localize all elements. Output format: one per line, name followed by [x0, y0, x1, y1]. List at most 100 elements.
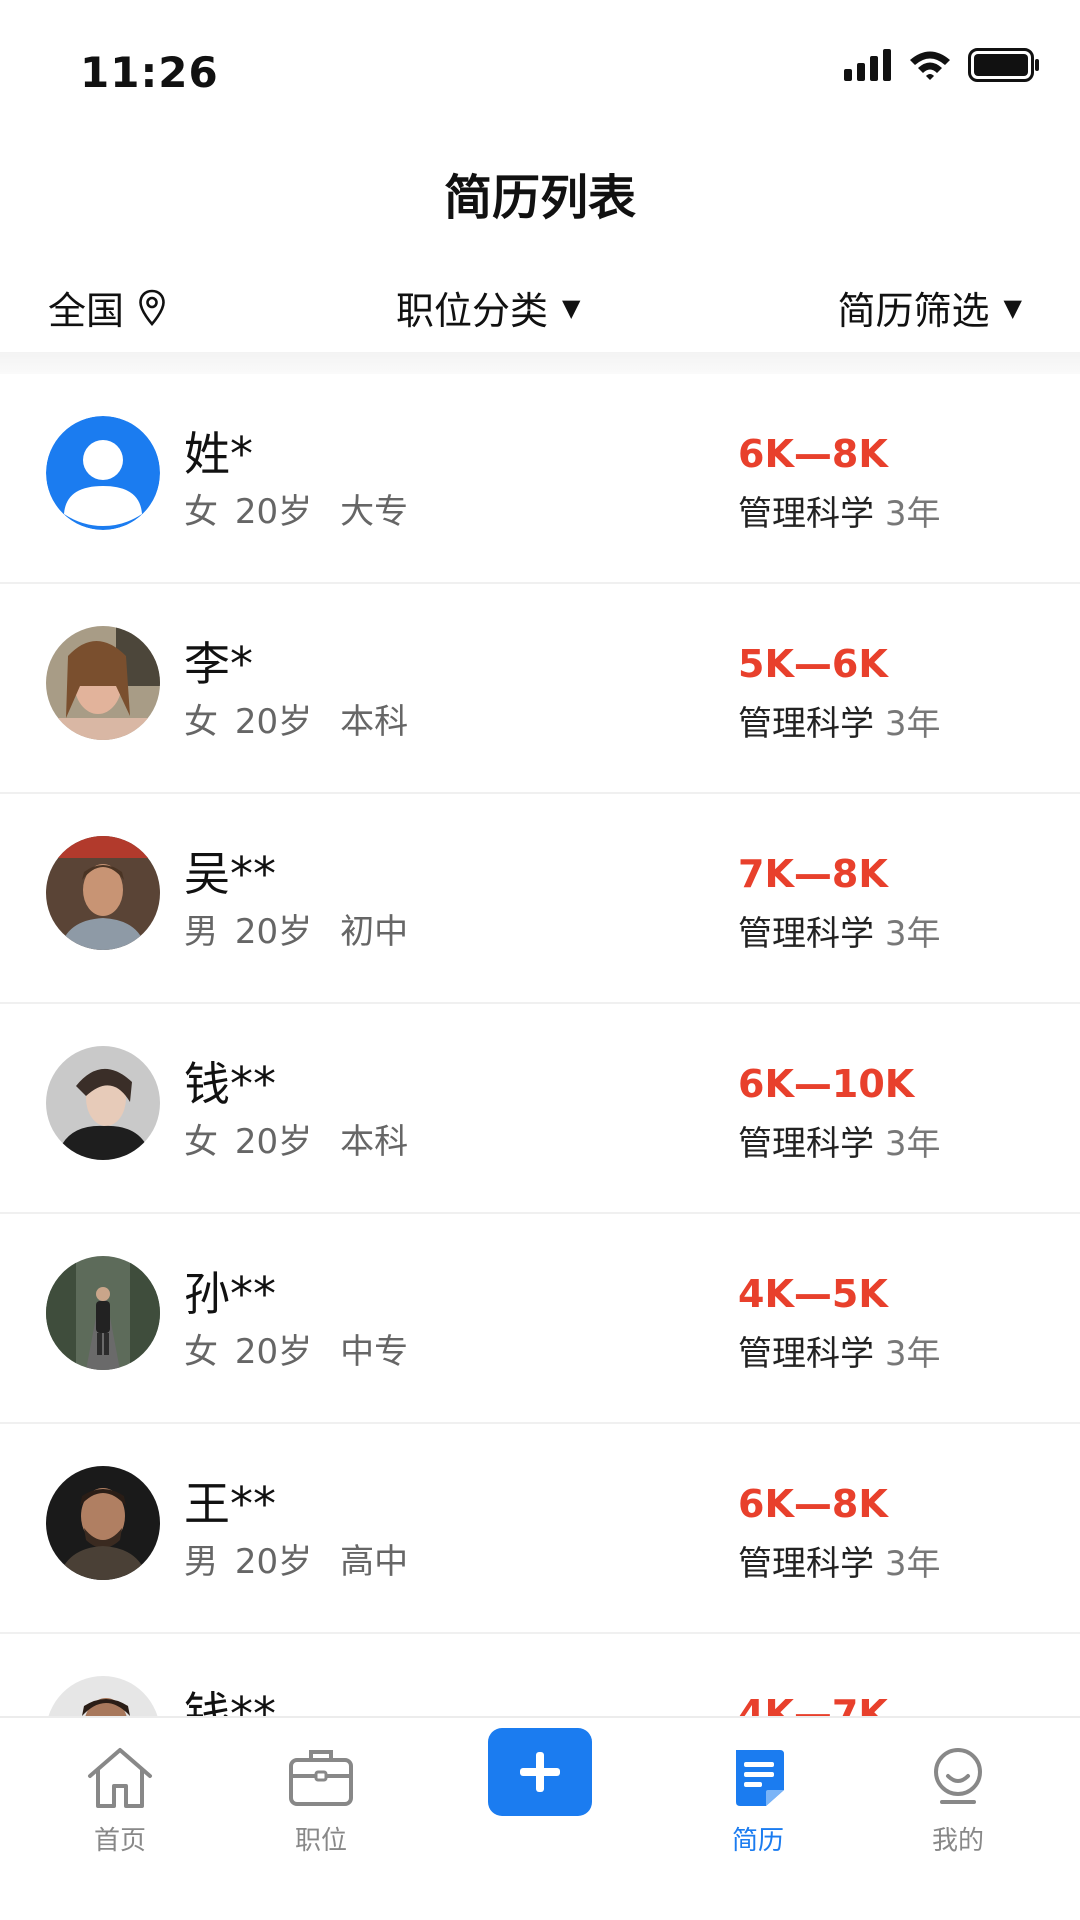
experience-years: 3年 — [884, 914, 941, 954]
home-icon — [88, 1748, 152, 1808]
candidate-name: 吴** — [184, 847, 276, 901]
candidate-name: 王** — [184, 1477, 276, 1531]
status-icons — [844, 48, 1040, 82]
category-filter-label: 职位分类 — [396, 289, 549, 333]
candidate-age: 20岁 — [234, 912, 313, 952]
candidate-name: 李* — [184, 637, 253, 691]
page-title: 简历列表 — [443, 170, 636, 226]
candidate-major: 管理科学 3年 — [738, 1116, 940, 1165]
candidate-meta: 女 20岁 中专 — [184, 1324, 408, 1373]
major-label: 管理科学 — [738, 914, 874, 954]
major-label: 管理科学 — [738, 1334, 874, 1374]
expected-salary: 6K—8K — [738, 1482, 888, 1526]
dropdown-triangle-icon: ▼ — [562, 293, 581, 322]
signal-icon — [844, 49, 891, 81]
candidate-age: 20岁 — [234, 1332, 313, 1372]
candidate-meta: 女 20岁 本科 — [184, 694, 408, 743]
default-avatar-icon — [46, 416, 160, 530]
resume-row[interactable]: 孙** 女 20岁 中专 4K—5K 管理科学 3年 — [0, 1214, 1080, 1424]
expected-salary: 4K—5K — [738, 1272, 888, 1316]
tab-home[interactable]: 首页 — [40, 1744, 200, 1857]
filter-bar: 全国 职位分类 ▼ 简历筛选 ▼ — [0, 270, 1080, 344]
dropdown-triangle-icon: ▼ — [1003, 293, 1022, 322]
filter-divider — [0, 352, 1080, 374]
major-label: 管理科学 — [738, 1544, 874, 1584]
resume-row[interactable]: 吴** 男 20岁 初中 7K—8K 管理科学 3年 — [0, 794, 1080, 1004]
experience-years: 3年 — [884, 704, 941, 744]
battery-icon — [968, 48, 1039, 82]
candidate-gender: 女 — [184, 702, 218, 742]
candidate-education: 初中 — [340, 912, 409, 952]
candidate-education: 本科 — [340, 702, 409, 742]
avatar — [46, 1256, 160, 1370]
candidate-gender: 女 — [184, 492, 218, 532]
avatar — [46, 626, 160, 740]
candidate-name: 孙** — [184, 1267, 276, 1321]
experience-years: 3年 — [884, 1334, 941, 1374]
candidate-name: 姓* — [184, 427, 253, 481]
candidate-name: 钱** — [184, 1057, 276, 1111]
resume-list[interactable]: 姓* 女 20岁 大专 6K—8K 管理科学 3年 李* 女 20岁 本科 5K—6… — [0, 374, 1080, 1716]
candidate-gender: 男 — [184, 1542, 218, 1582]
resume-row[interactable]: 王** 男 20岁 高中 6K—8K 管理科学 3年 — [0, 1424, 1080, 1634]
tab-home-label: 首页 — [93, 1826, 146, 1856]
candidate-gender: 女 — [184, 1332, 218, 1372]
candidate-age: 20岁 — [234, 702, 313, 742]
region-filter[interactable]: 全国 — [48, 280, 166, 335]
region-filter-label: 全国 — [48, 289, 125, 333]
resume-filter[interactable]: 简历筛选 ▼ — [838, 280, 1022, 335]
candidate-age: 20岁 — [234, 1542, 313, 1582]
candidate-gender: 男 — [184, 912, 218, 952]
tab-resume-label: 简历 — [731, 1826, 784, 1856]
expected-salary: 5K—6K — [738, 642, 888, 686]
candidate-age: 20岁 — [234, 492, 313, 532]
resume-row[interactable]: 李* 女 20岁 本科 5K—6K 管理科学 3年 — [0, 584, 1080, 794]
status-time: 11:26 — [80, 48, 219, 97]
briefcase-icon — [289, 1750, 353, 1806]
plus-icon — [520, 1752, 560, 1792]
major-label: 管理科学 — [738, 494, 874, 534]
category-filter[interactable]: 职位分类 ▼ — [396, 280, 580, 335]
resume-document-icon — [736, 1750, 784, 1806]
candidate-age: 20岁 — [234, 1122, 313, 1162]
candidate-major: 管理科学 3年 — [738, 906, 940, 955]
tab-mine-label: 我的 — [931, 1826, 984, 1856]
experience-years: 3年 — [884, 1124, 941, 1164]
candidate-meta: 男 20岁 高中 — [184, 1534, 408, 1583]
avatar — [46, 1676, 160, 1716]
resume-row[interactable]: 钱** 4K—7K — [0, 1634, 1080, 1716]
bottom-tab-bar: 首页 职位 简历 我的 — [0, 1716, 1080, 1920]
status-bar: 11:26 — [0, 0, 1080, 130]
add-button[interactable] — [488, 1728, 592, 1816]
candidate-major: 管理科学 3年 — [738, 1536, 940, 1585]
candidate-major: 管理科学 3年 — [738, 696, 940, 745]
candidate-meta: 女 20岁 本科 — [184, 1114, 408, 1163]
candidate-major: 管理科学 3年 — [738, 1326, 940, 1375]
candidate-gender: 女 — [184, 1122, 218, 1162]
resume-row[interactable]: 姓* 女 20岁 大专 6K—8K 管理科学 3年 — [0, 374, 1080, 584]
candidate-education: 高中 — [340, 1542, 409, 1582]
expected-salary: 6K—8K — [738, 432, 888, 476]
candidate-major: 管理科学 3年 — [738, 486, 940, 535]
wifi-icon — [910, 51, 950, 80]
experience-years: 3年 — [884, 494, 941, 534]
major-label: 管理科学 — [738, 1124, 874, 1164]
expected-salary: 6K—10K — [738, 1062, 915, 1106]
candidate-education: 本科 — [340, 1122, 409, 1162]
avatar — [46, 1466, 160, 1580]
candidate-education: 大专 — [340, 492, 409, 532]
expected-salary: 7K—8K — [738, 852, 888, 896]
candidate-education: 中专 — [340, 1332, 409, 1372]
location-pin-icon — [139, 289, 165, 326]
candidate-meta: 女 20岁 大专 — [184, 484, 408, 533]
tab-resume[interactable]: 简历 — [678, 1744, 838, 1857]
expected-salary: 4K—7K — [738, 1692, 888, 1716]
profile-face-icon — [934, 1748, 982, 1804]
tab-job[interactable]: 职位 — [241, 1744, 401, 1857]
tab-mine[interactable]: 我的 — [878, 1744, 1038, 1857]
resume-row[interactable]: 钱** 女 20岁 本科 6K—10K 管理科学 3年 — [0, 1004, 1080, 1214]
experience-years: 3年 — [884, 1544, 941, 1584]
candidate-meta: 男 20岁 初中 — [184, 904, 408, 953]
resume-filter-label: 简历筛选 — [837, 289, 990, 333]
avatar — [46, 836, 160, 950]
